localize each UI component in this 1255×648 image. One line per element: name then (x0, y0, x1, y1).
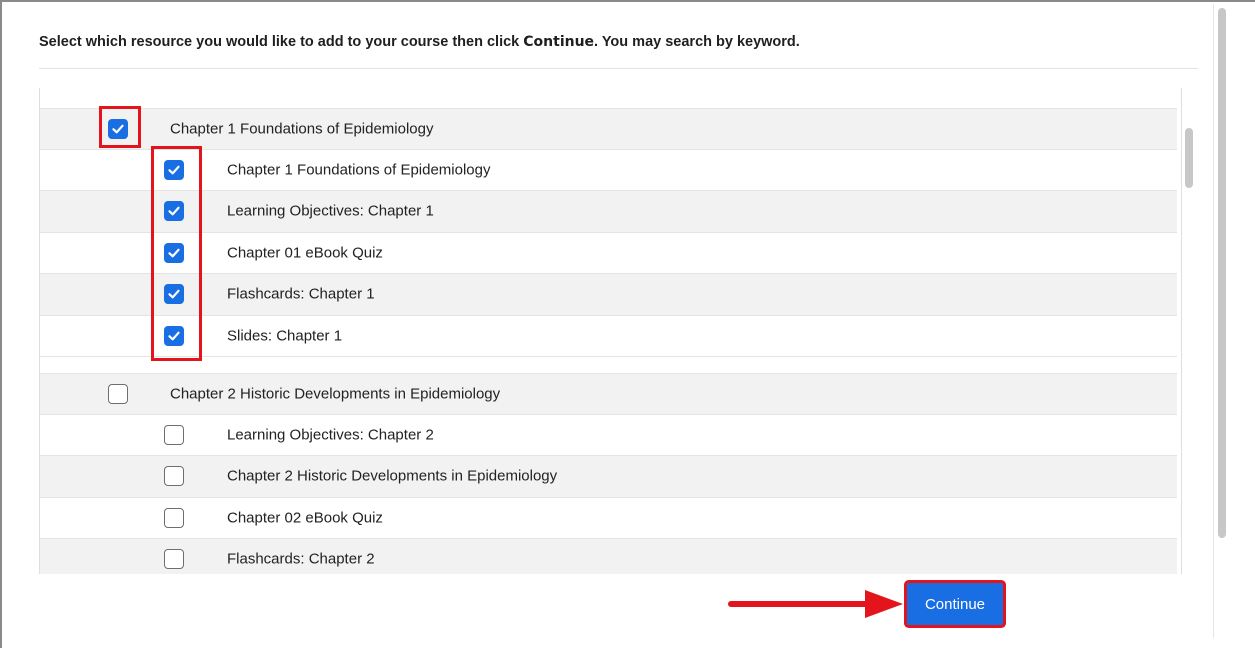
item-label: Flashcards: Chapter 1 (227, 285, 375, 303)
instruction-before: Select which resource you would like to … (39, 34, 524, 50)
checkbox-unchecked[interactable] (164, 549, 184, 570)
list-item[interactable]: Flashcards: Chapter 1 (40, 274, 1177, 316)
list-item[interactable]: Learning Objectives: Chapter 1 (40, 191, 1177, 233)
continue-button[interactable]: Continue (907, 583, 1003, 625)
item-label: Flashcards: Chapter 2 (227, 550, 375, 568)
list-item[interactable]: Learning Objectives: Chapter 2 (40, 415, 1177, 456)
check-icon (167, 329, 181, 343)
list-scrollbar[interactable] (1185, 128, 1193, 188)
resource-list-content: Chapter 1 Foundations of Epidemiology Cha… (40, 108, 1177, 574)
checkbox-checked[interactable] (108, 118, 128, 139)
checkbox-unchecked[interactable] (164, 424, 184, 445)
divider (39, 68, 1198, 69)
list-item[interactable]: Chapter 2 Historic Developments in Epide… (40, 456, 1177, 498)
instruction-text: Select which resource you would like to … (39, 34, 800, 50)
check-icon (167, 246, 181, 260)
item-label: Slides: Chapter 1 (227, 327, 343, 345)
checkbox-unchecked[interactable] (164, 507, 184, 528)
item-label: Learning Objectives: Chapter 2 (227, 426, 434, 444)
group-title: Chapter 2 Historic Developments in Epide… (170, 385, 501, 403)
item-label: Learning Objectives: Chapter 1 (227, 202, 434, 220)
item-label: Chapter 1 Foundations of Epidemiology (227, 161, 491, 179)
item-label: Chapter 2 Historic Developments in Epide… (227, 467, 558, 485)
list-item[interactable]: Chapter 02 eBook Quiz (40, 498, 1177, 539)
instruction-continue-word: Continue (523, 34, 595, 50)
resource-list[interactable]: Chapter 1 Foundations of Epidemiology Cha… (39, 88, 1182, 574)
checkbox-checked[interactable] (164, 159, 184, 180)
group-row[interactable]: Chapter 1 Foundations of Epidemiology (40, 108, 1177, 150)
list-item[interactable]: Flashcards: Chapter 2 (40, 539, 1177, 574)
instruction-after: . You may search by keyword. (594, 34, 800, 50)
page-scroll-track (1213, 4, 1214, 638)
item-label: Chapter 01 eBook Quiz (227, 244, 383, 262)
check-icon (167, 163, 181, 177)
list-item[interactable]: Chapter 01 eBook Quiz (40, 233, 1177, 274)
checkbox-unchecked[interactable] (108, 383, 128, 404)
check-icon (167, 287, 181, 301)
list-item[interactable]: Chapter 1 Foundations of Epidemiology (40, 150, 1177, 191)
check-icon (111, 122, 125, 136)
list-item[interactable]: Slides: Chapter 1 (40, 316, 1177, 357)
arrow-right-icon (728, 590, 903, 618)
item-label: Chapter 02 eBook Quiz (227, 509, 383, 527)
group-row[interactable]: Chapter 2 Historic Developments in Epide… (40, 373, 1177, 415)
group-title: Chapter 1 Foundations of Epidemiology (170, 120, 434, 138)
page-scrollbar[interactable] (1218, 8, 1226, 538)
checkbox-unchecked[interactable] (164, 466, 184, 487)
checkbox-checked[interactable] (164, 325, 184, 346)
check-icon (167, 204, 181, 218)
checkbox-checked[interactable] (164, 201, 184, 222)
checkbox-checked[interactable] (164, 242, 184, 263)
checkbox-checked[interactable] (164, 284, 184, 305)
